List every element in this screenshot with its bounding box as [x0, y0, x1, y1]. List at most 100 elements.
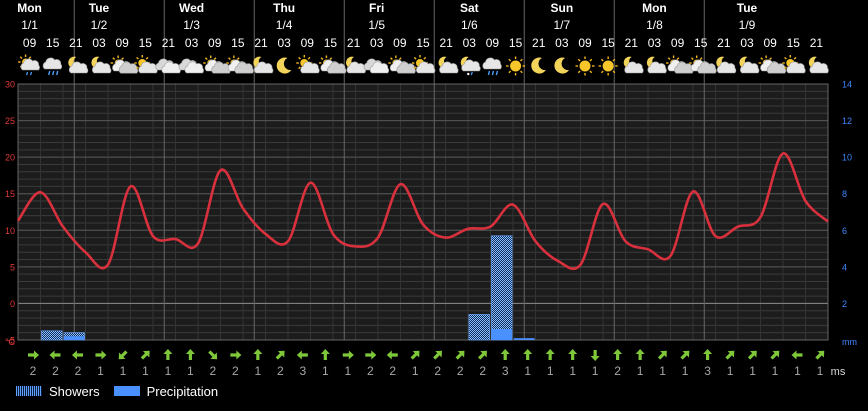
day-date: 1/3 — [183, 18, 200, 32]
hour-label: 03 — [92, 36, 106, 50]
wind-arrow-icon — [813, 348, 827, 362]
day-date: 1/2 — [91, 18, 108, 32]
sun-icon — [576, 57, 595, 76]
sun-ray — [770, 58, 772, 60]
sun-ray — [146, 57, 148, 59]
day-date: 1/9 — [739, 18, 756, 32]
wind-arrow-icon — [636, 349, 645, 360]
wind-speed-label: 2 — [30, 364, 37, 378]
partly-cloudy-icon — [111, 56, 138, 74]
sun-icon — [506, 57, 525, 76]
legend-label-showers: Showers — [49, 384, 100, 399]
day-name: Sun — [551, 1, 574, 15]
moon-cloud-icon — [716, 57, 736, 73]
sun-ray — [229, 58, 231, 60]
arrow-shape — [230, 351, 241, 360]
y-right-tick-label: 12 — [842, 116, 852, 126]
wind-speed-label: 1 — [344, 364, 351, 378]
wind-arrow-icon — [523, 349, 532, 360]
arrow-shape — [813, 348, 827, 362]
hour-label: 15 — [416, 36, 430, 50]
wind-arrow-icon — [501, 349, 510, 360]
wind-arrow-icon — [321, 349, 330, 360]
wind-speed-label: 1 — [569, 364, 576, 378]
sun-icon — [599, 57, 618, 76]
arrow-shape — [343, 351, 354, 360]
moon-cloud-icon — [346, 57, 366, 73]
precipitation-bar — [491, 329, 512, 340]
hour-label: 03 — [185, 36, 199, 50]
wind-speed-label: 2 — [75, 364, 82, 378]
hour-label: 15 — [324, 36, 338, 50]
precipitation-bar — [514, 338, 535, 340]
showers-swatch — [16, 386, 42, 396]
wind-arrow-icon — [253, 349, 262, 360]
day-date: 1/7 — [554, 18, 571, 32]
wind-arrow-icon — [613, 349, 622, 360]
arrow-shape — [365, 351, 376, 360]
hour-label: 15 — [787, 36, 801, 50]
day-name: Thu — [273, 1, 295, 15]
wind-speed-label: 1 — [659, 364, 666, 378]
arrow-shape — [501, 349, 510, 360]
wind-arrow-icon — [365, 351, 376, 360]
hour-label: 21 — [717, 36, 731, 50]
hour-label: 03 — [370, 36, 384, 50]
wind-speed-label: 1 — [255, 364, 262, 378]
wind-arrow-icon — [703, 349, 712, 360]
wind-arrow-icon — [431, 348, 445, 362]
arrow-shape — [431, 348, 445, 362]
y-right-tick-label: 8 — [842, 189, 847, 199]
wind-speed-label: 3 — [299, 364, 306, 378]
y-left-tick-label: 25 — [5, 116, 15, 126]
hour-label: 15 — [139, 36, 153, 50]
sun-ray — [330, 58, 332, 60]
sun-ray — [521, 71, 523, 73]
arrow-shape — [703, 349, 712, 360]
arrow-shape — [297, 351, 308, 360]
sun-ray — [668, 58, 670, 60]
moon-cloud-icon — [809, 57, 829, 73]
hour-label: 09 — [208, 36, 222, 50]
wind-speed-label: 2 — [457, 364, 464, 378]
wind-speed-label: 3 — [502, 364, 509, 378]
sun-ray — [521, 59, 523, 61]
y-right-unit: mm — [842, 337, 857, 347]
wind-arrow-icon — [49, 351, 60, 360]
day-name: Tue — [737, 1, 758, 15]
sun-ray — [122, 58, 124, 60]
shower-bar — [469, 314, 490, 340]
wind-arrow-icon — [546, 349, 555, 360]
wind-speed-label: 1 — [592, 364, 599, 378]
day-name: Sat — [460, 1, 479, 15]
hour-label: 15 — [509, 36, 523, 50]
wind-arrow-icon — [274, 348, 288, 362]
y-left-tick-label: 5 — [10, 262, 15, 272]
wind-speed-label: 2 — [389, 364, 396, 378]
wind-arrow-icon — [72, 351, 83, 360]
hour-label: 09 — [23, 36, 37, 50]
arrow-shape — [206, 348, 220, 362]
sun-ray — [308, 57, 310, 59]
sun-ray — [601, 71, 603, 73]
arrow-shape — [613, 349, 622, 360]
moon-cloud-icon — [439, 57, 459, 73]
cloudy-icon — [179, 59, 204, 73]
y-left-unit: °C — [5, 337, 16, 347]
day-date: 1/5 — [368, 18, 385, 32]
wind-arrow-icon — [568, 349, 577, 360]
wind-speed-label: 2 — [232, 364, 239, 378]
partly-cloudy-icon — [689, 56, 716, 74]
sun-ray — [205, 58, 207, 60]
arrow-shape — [476, 348, 490, 362]
wind-speed-label: 1 — [187, 364, 194, 378]
moon-cloud-icon — [647, 57, 667, 73]
wind-arrow-icon — [230, 351, 241, 360]
wind-speed-label: 1 — [772, 364, 779, 378]
y-right-tick-label: 10 — [842, 153, 852, 163]
hour-label: 21 — [69, 36, 83, 50]
y-left-tick-label: 15 — [5, 189, 15, 199]
y-left-tick-label: 20 — [5, 153, 15, 163]
moon-cloud-icon — [253, 57, 273, 73]
day-date: 1/4 — [276, 18, 293, 32]
